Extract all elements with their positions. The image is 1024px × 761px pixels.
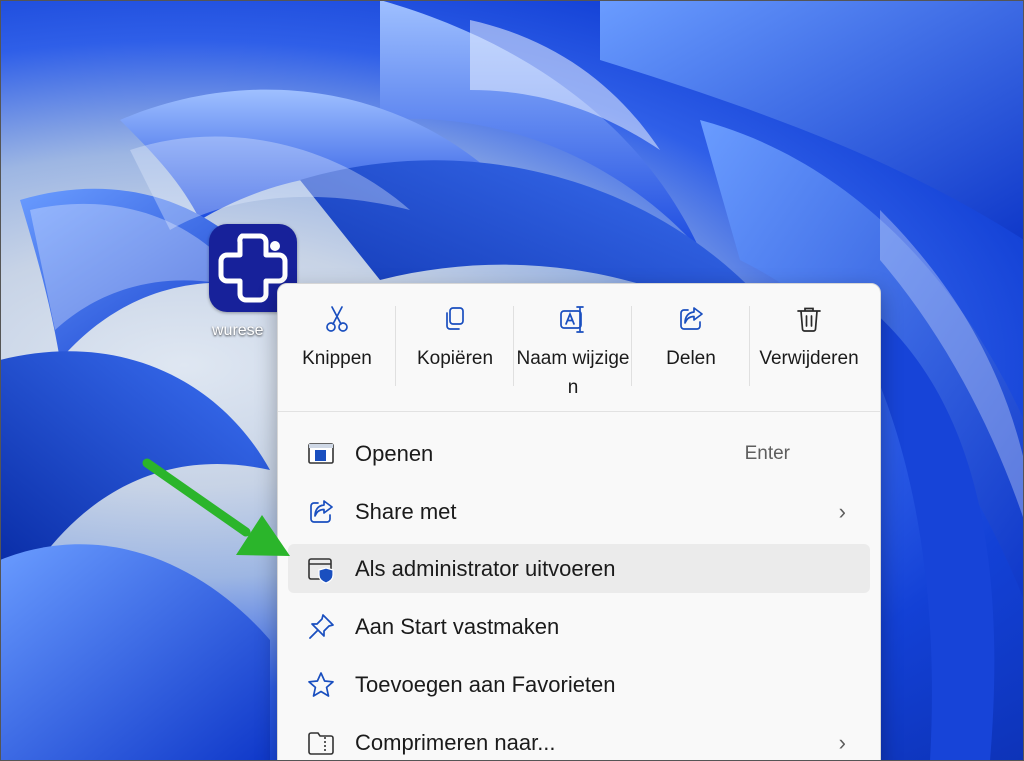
- cut-button[interactable]: Knippen: [278, 284, 396, 411]
- zip-folder-icon: [306, 728, 336, 758]
- context-menu: Knippen Kopiëren Naam wijzigen Delen Ver…: [277, 283, 881, 761]
- open-window-icon: [306, 439, 336, 469]
- star-icon: [306, 670, 336, 700]
- scissors-icon: [326, 306, 348, 332]
- trash-icon: [797, 307, 821, 332]
- menu-item-share-with[interactable]: Share met ›: [288, 487, 870, 536]
- pin-icon: [306, 612, 336, 642]
- menu-item-run-as-admin[interactable]: Als administrator uitvoeren: [288, 544, 870, 593]
- menu-item-compress-to[interactable]: Comprimeren naar... ›: [288, 718, 870, 761]
- share-button[interactable]: Delen: [632, 284, 750, 411]
- chevron-right-icon: ›: [838, 498, 846, 524]
- share-icon: [680, 307, 703, 330]
- menu-item-open[interactable]: Openen Enter: [288, 429, 870, 478]
- share-with-icon: [306, 497, 336, 527]
- shortcut-hint: Enter: [744, 442, 790, 464]
- quick-actions-bar: Knippen Kopiëren Naam wijzigen Delen Ver…: [278, 284, 880, 412]
- copy-icon: [446, 307, 464, 330]
- rename-icon: [560, 306, 584, 333]
- menu-item-pin-to-start[interactable]: Aan Start vastmaken: [288, 602, 870, 651]
- menu-item-add-to-favorites[interactable]: Toevoegen aan Favorieten: [288, 660, 870, 709]
- copy-button[interactable]: Kopiëren: [396, 284, 514, 411]
- rename-button[interactable]: Naam wijzigen: [514, 284, 632, 411]
- delete-button[interactable]: Verwijderen: [750, 284, 868, 411]
- chevron-right-icon: ›: [838, 729, 846, 755]
- admin-shield-icon: [306, 554, 336, 584]
